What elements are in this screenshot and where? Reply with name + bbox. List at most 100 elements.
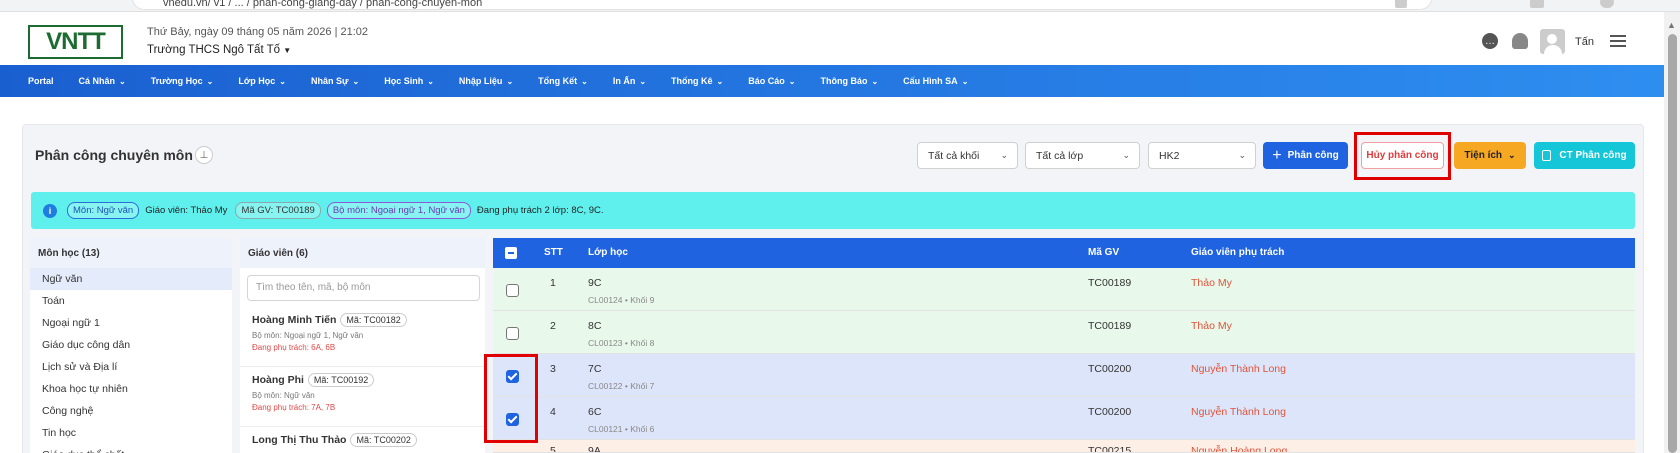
col-stt: STT xyxy=(544,247,563,258)
selection-info-bar: i Môn: Ngữ văn Giáo viên: Thảo My Mã GV:… xyxy=(31,192,1635,229)
subject-item[interactable]: Tin học xyxy=(30,422,232,444)
class-table-header: STT Lớp học Mã GV Giáo viên phụ trách xyxy=(493,238,1635,268)
ct-assignment-button[interactable]: CT Phân công xyxy=(1534,142,1635,169)
avatar[interactable] xyxy=(1540,29,1565,54)
row-teacher-code: TC00200 xyxy=(1088,406,1132,418)
ct-label: CT Phân công xyxy=(1559,150,1627,161)
table-row[interactable]: 3 7C CL00122 • Khối 7 TC00200 Nguyễn Thà… xyxy=(493,354,1635,397)
term-filter-value: HK2 xyxy=(1159,150,1180,162)
teacher-department: Bộ môn: Ngoại ngữ 1, Ngữ văn xyxy=(252,331,364,340)
nav-label: Thông Báo xyxy=(820,76,868,86)
teacher-name: Hoàng Minh Tiến xyxy=(252,314,337,326)
subject-item[interactable]: Công nghệ xyxy=(30,400,232,422)
grade-filter-value: Tất cả khối xyxy=(928,150,980,162)
subject-item[interactable]: Toán xyxy=(30,290,232,312)
teacher-info: Giáo viên: Thảo My xyxy=(145,205,228,216)
table-row[interactable]: 5 9A TC00215 Nguyễn Hoàng Long xyxy=(493,440,1635,453)
nav-nhan-su[interactable]: Nhân Sự ⌄ xyxy=(311,76,359,86)
hamburger-menu-icon[interactable] xyxy=(1610,35,1626,47)
teacher-name: Long Thị Thu Thảo xyxy=(252,434,347,446)
nav-ca-nhan[interactable]: Cá Nhân ⌄ xyxy=(79,76,126,86)
bookmark-icon[interactable] xyxy=(1395,0,1407,8)
row-teacher-name: Thảo My xyxy=(1191,277,1232,289)
nav-in-an[interactable]: In Ấn ⌄ xyxy=(613,76,646,86)
scrollbar-thumb[interactable] xyxy=(1668,34,1677,453)
utilities-dropdown-button[interactable]: Tiện ích ⌄ xyxy=(1454,142,1526,169)
row-stt: 4 xyxy=(550,406,556,418)
col-teacher: Giáo viên phụ trách xyxy=(1191,247,1285,258)
profile-icon[interactable] xyxy=(1530,0,1544,8)
teacher-item[interactable]: Hoàng Phi Mã: TC00192 Bộ môn: Ngữ văn Đan… xyxy=(240,367,485,427)
plus-icon: + xyxy=(1272,146,1282,164)
teacher-code-badge: Mã: TC00202 xyxy=(350,433,417,447)
nav-label: Nhập Liệu xyxy=(458,76,503,86)
chevron-down-icon: ⌄ xyxy=(427,77,434,86)
row-checkbox[interactable] xyxy=(506,284,519,297)
subject-item[interactable]: Lịch sử và Địa lí xyxy=(30,356,232,378)
user-name[interactable]: Tấn xyxy=(1575,36,1594,48)
school-selector[interactable]: Trường THCS Ngô Tất Tố ▼ xyxy=(147,44,291,56)
row-stt: 1 xyxy=(550,277,556,289)
assign-button[interactable]: + Phân công xyxy=(1263,142,1348,169)
vntt-logo[interactable]: VNTT xyxy=(28,25,123,59)
subject-item[interactable]: Giáo dục thể chất xyxy=(30,444,232,453)
department-chip: Bộ môn: Ngoại ngữ 1, Ngữ văn xyxy=(326,202,471,219)
row-teacher-name: Nguyễn Hoàng Long xyxy=(1191,445,1288,453)
subject-item[interactable]: Ngoại ngữ 1 xyxy=(30,312,232,334)
teacher-panel-header: Giáo viên (6) xyxy=(240,238,485,268)
row-class: 8C xyxy=(588,320,602,332)
teacher-search-input[interactable]: Tìm theo tên, mã, bộ môn xyxy=(247,275,480,301)
chevron-down-icon: ⌄ xyxy=(639,77,647,86)
nav-thong-ke[interactable]: Thống Kê ⌄ xyxy=(671,76,723,86)
highlight-box xyxy=(1354,132,1451,180)
subject-item[interactable]: Ngữ văn xyxy=(30,268,232,290)
nav-truong-hoc[interactable]: Trường Học ⌄ xyxy=(151,76,214,86)
table-row[interactable]: 4 6C CL00121 • Khối 6 TC00200 Nguyễn Thà… xyxy=(493,397,1635,440)
nav-label: Cấu Hình SA xyxy=(903,76,958,86)
select-all-checkbox[interactable] xyxy=(505,247,517,259)
teacher-item[interactable]: Long Thị Thu Thảo Mã: TC00202 xyxy=(240,427,485,453)
term-filter-select[interactable]: HK2 ⌄ xyxy=(1148,142,1256,169)
nav-nhap-lieu[interactable]: Nhập Liệu ⌄ xyxy=(459,76,513,86)
row-class-sub: CL00123 • Khối 8 xyxy=(588,338,655,348)
chevron-down-icon: ⌄ xyxy=(352,77,360,86)
scroll-up-arrow-icon[interactable]: ▲ xyxy=(1667,20,1676,30)
subject-item[interactable]: Khoa học tự nhiên xyxy=(30,378,232,400)
school-name: Trường THCS Ngô Tất Tố xyxy=(147,44,281,56)
chevron-down-icon: ⌄ xyxy=(1122,150,1130,160)
nav-bao-cao[interactable]: Báo Cáo ⌄ xyxy=(748,76,795,86)
teacher-item[interactable]: Hoàng Minh Tiến Mã: TC00182 Bộ môn: Ngoại… xyxy=(240,307,485,367)
chevron-down-icon: ⌄ xyxy=(279,77,286,86)
col-class: Lớp học xyxy=(588,247,628,258)
row-teacher-name: Nguyễn Thành Long xyxy=(1191,406,1286,418)
row-class: 9A xyxy=(588,445,601,453)
row-checkbox[interactable] xyxy=(506,327,519,340)
chevron-down-icon: ⌄ xyxy=(206,77,214,86)
nav-thong-bao[interactable]: Thông Báo ⌄ xyxy=(820,76,878,86)
bell-icon[interactable] xyxy=(1512,33,1528,49)
main-navbar: Portal Cá Nhân ⌄ Trường Học ⌄ Lớp Học ⌄ Nhâ… xyxy=(0,65,1664,97)
subject-panel-header: Môn học (13) xyxy=(30,238,232,268)
nav-label: Lớp Học xyxy=(238,76,276,86)
teacher-load: Đang phụ trách: 7A, 7B xyxy=(252,403,336,412)
grade-filter-select[interactable]: Tất cả khối ⌄ xyxy=(917,142,1018,169)
row-class: 7C xyxy=(588,363,602,375)
subject-item[interactable]: Giáo dục công dân xyxy=(30,334,232,356)
nav-label: Học Sinh xyxy=(384,76,424,86)
class-filter-select[interactable]: Tất cả lớp ⌄ xyxy=(1025,142,1140,169)
address-bar[interactable]: vnedu.vn/ v1 / ... / phan-cong-giang-day… xyxy=(132,0,1432,10)
nav-hoc-sinh[interactable]: Học Sinh ⌄ xyxy=(384,76,434,86)
nav-lop-hoc[interactable]: Lớp Học ⌄ xyxy=(238,76,286,86)
table-row[interactable]: 2 8C CL00123 • Khối 8 TC00189 Thảo My xyxy=(493,311,1635,354)
nav-cau-hinh-sa[interactable]: Cấu Hình SA ⌄ xyxy=(903,76,968,86)
nav-tong-ket[interactable]: Tổng Kết ⌄ xyxy=(538,76,588,86)
table-row[interactable]: 1 9C CL00124 • Khối 9 TC00189 Thảo My xyxy=(493,268,1635,311)
teacher-department: Bộ môn: Ngữ văn xyxy=(252,391,315,400)
chat-icon[interactable]: … xyxy=(1482,33,1498,49)
chevron-down-icon: ⌄ xyxy=(716,77,724,86)
teacher-name: Hoàng Phi xyxy=(252,374,304,386)
nav-portal[interactable]: Portal xyxy=(28,76,54,86)
teacher-load: Đang phụ trách: 6A, 6B xyxy=(252,343,336,352)
util-label: Tiện ích xyxy=(1464,150,1503,161)
pin-icon[interactable]: ⊥ xyxy=(195,146,213,164)
